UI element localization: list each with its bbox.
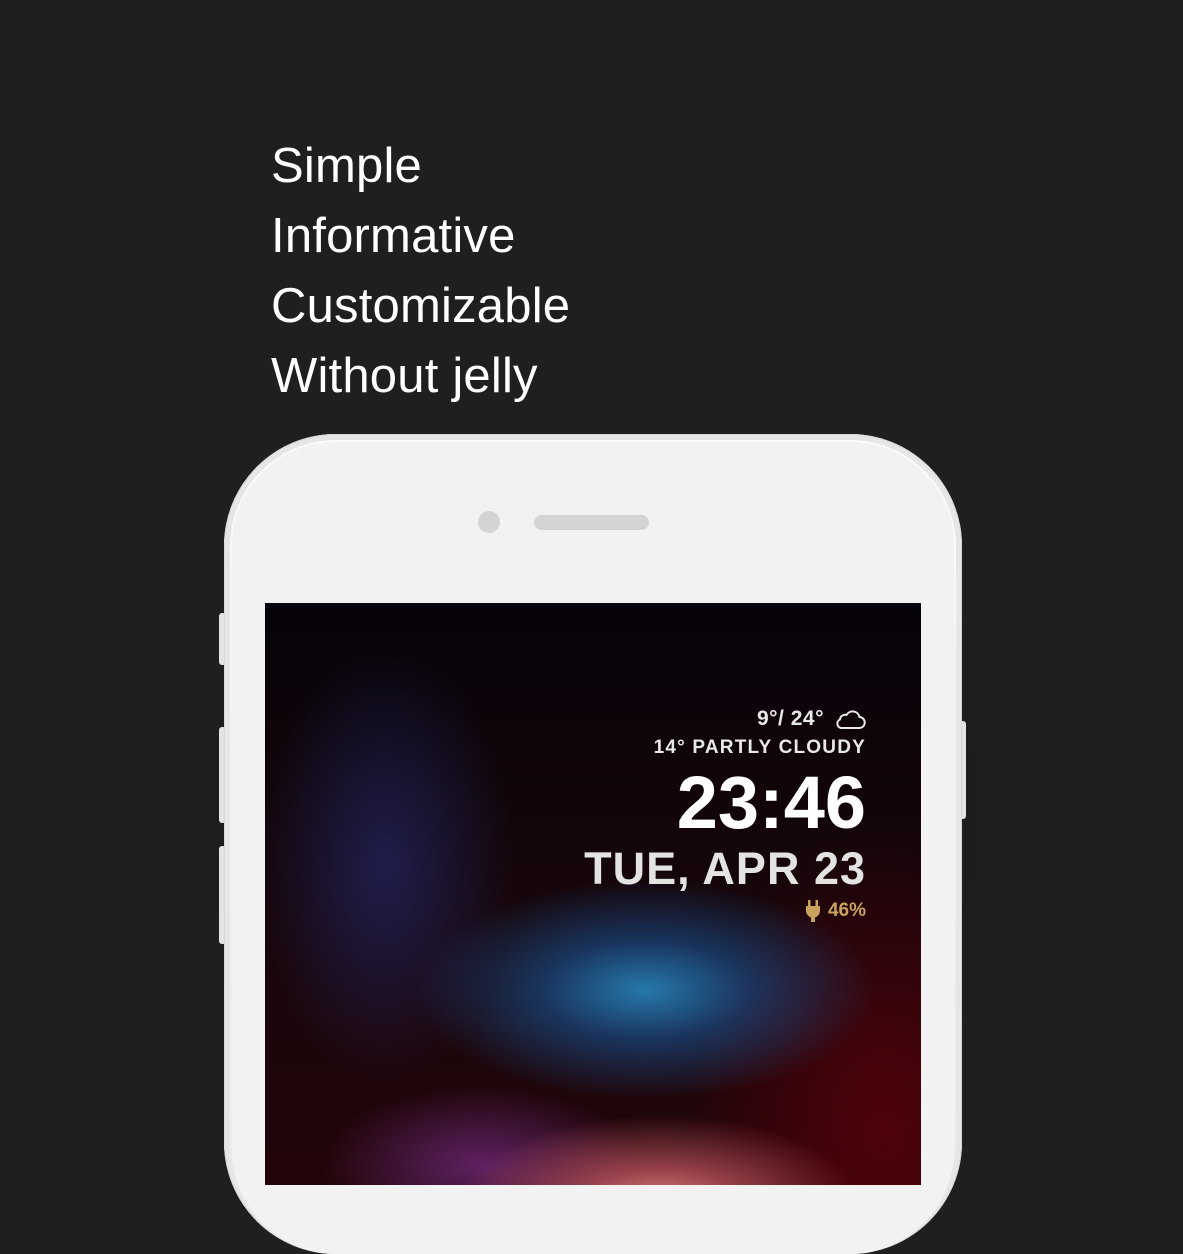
tagline-list: Simple Informative Customizable Without … <box>271 131 570 411</box>
battery-percentage: 46% <box>827 900 866 921</box>
tagline-informative: Informative <box>271 209 516 263</box>
cloud-icon <box>836 710 866 729</box>
clock-date: TUE, APR 23 <box>584 843 866 894</box>
battery-status: 46% <box>584 898 866 924</box>
tagline-simple: Simple <box>271 139 422 193</box>
temperature-range: 9°/ 24° <box>756 707 824 730</box>
front-camera <box>478 511 500 533</box>
lock-screen: 9°/ 24° 14° PARTLY CLOUDY 23:46 TUE, APR… <box>265 603 921 1185</box>
tagline-customizable: Customizable <box>271 279 571 333</box>
plug-icon <box>805 900 820 922</box>
clock-time: 23:46 <box>676 761 866 844</box>
weather-condition: 14° PARTLY CLOUDY <box>653 737 866 758</box>
temperature-range-row: 9°/ 24° <box>584 705 866 733</box>
tagline-without-jelly: Without jelly <box>271 349 538 403</box>
earpiece-speaker <box>534 515 649 530</box>
lock-screen-widget: 9°/ 24° 14° PARTLY CLOUDY 23:46 TUE, APR… <box>584 705 866 924</box>
